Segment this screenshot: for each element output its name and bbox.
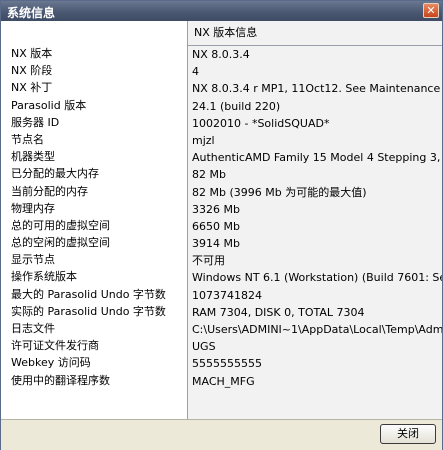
value-webkey: 5555555555 <box>192 357 262 371</box>
value-display-node: 不可用 <box>192 254 225 268</box>
value-max-allocated-memory: 82 Mb <box>192 168 226 182</box>
label-display-node: 显示节点 <box>11 253 55 267</box>
value-translators-in-use: MACH_MFG <box>192 374 255 388</box>
title-bar[interactable]: 系统信息 ✕ <box>1 1 442 21</box>
value-physical-memory: 3326 Mb <box>192 202 240 216</box>
label-webkey: Webkey 访问码 <box>11 356 91 370</box>
value-max-parasolid-undo: 1073741824 <box>192 288 262 302</box>
label-actual-parasolid-undo: 实际的 Parasolid Undo 字节数 <box>11 304 166 318</box>
value-actual-parasolid-undo: RAM 7304, DISK 0, TOTAL 7304 <box>192 305 365 319</box>
label-total-free-virtual: 总的空闲的虚拟空间 <box>11 236 110 250</box>
label-header-spacer <box>1 21 187 45</box>
label-parasolid-version: Parasolid 版本 <box>11 98 87 112</box>
label-max-allocated-memory: 已分配的最大内存 <box>11 167 99 181</box>
value-nx-patch: NX 8.0.3.4 r MP1, 11Oct12. See Maintenan… <box>192 82 442 96</box>
value-os-version: Windows NT 6.1 (Workstation) (Build 7601… <box>192 271 442 285</box>
value-nx-version: NX 8.0.3.4 <box>192 48 250 61</box>
value-log-file: C:\Users\ADMINI~1\AppData\Local\Temp\Adm… <box>192 323 442 336</box>
info-panel: NX 版本 NX 阶段 NX 补丁 Parasolid 版本 服务器 ID 节点… <box>1 21 442 419</box>
label-physical-memory: 物理内存 <box>11 201 55 215</box>
label-machine-type: 机器类型 <box>11 150 55 164</box>
label-nx-patch: NX 补丁 <box>11 81 53 95</box>
close-icon[interactable]: ✕ <box>423 3 439 18</box>
value-parasolid-version: 24.1 (build 220) <box>192 99 281 113</box>
window-title: 系统信息 <box>7 6 56 20</box>
label-log-file: 日志文件 <box>11 322 55 335</box>
label-translators-in-use: 使用中的翻译程序数 <box>11 373 110 387</box>
value-list[interactable]: NX 8.0.3.4 4 NX 8.0.3.4 r MP1, 11Oct12. … <box>188 45 442 419</box>
label-total-available-virtual: 总的可用的虚拟空间 <box>11 218 110 232</box>
value-column[interactable]: NX 版本信息 NX 8.0.3.4 4 NX 8.0.3.4 r MP1, 1… <box>187 21 442 419</box>
label-current-allocated-memory: 当前分配的内存 <box>11 184 88 198</box>
label-license-vendor: 许可证文件发行商 <box>11 339 99 353</box>
label-node-name: 节点名 <box>11 132 44 146</box>
label-max-parasolid-undo: 最大的 Parasolid Undo 字节数 <box>11 287 166 301</box>
column-title: NX 版本信息 <box>194 26 258 39</box>
value-server-id: 1002010 - *SolidSQUAD* <box>192 116 330 130</box>
value-total-available-virtual: 6650 Mb <box>192 219 240 233</box>
value-node-name: mjzl <box>192 133 215 147</box>
close-button[interactable]: 关闭 <box>380 424 436 444</box>
value-license-vendor: UGS <box>192 340 216 354</box>
dialog-footer: 关闭 <box>1 419 442 450</box>
value-current-allocated-memory: 82 Mb (3996 Mb 为可能的最大值) <box>192 185 367 199</box>
value-machine-type: AuthenticAMD Family 15 Model 4 Stepping … <box>192 151 442 165</box>
value-nx-phase: 4 <box>192 65 199 79</box>
label-column: NX 版本 NX 阶段 NX 补丁 Parasolid 版本 服务器 ID 节点… <box>1 21 187 419</box>
value-total-free-virtual: 3914 Mb <box>192 237 240 251</box>
label-os-version: 操作系统版本 <box>11 270 77 284</box>
label-nx-phase: NX 阶段 <box>11 64 53 78</box>
label-server-id: 服务器 ID <box>11 115 60 129</box>
label-nx-version: NX 版本 <box>11 47 53 60</box>
system-info-dialog: 系统信息 ✕ NX 版本 NX 阶段 NX 补丁 Parasolid 版本 服务… <box>0 0 443 450</box>
